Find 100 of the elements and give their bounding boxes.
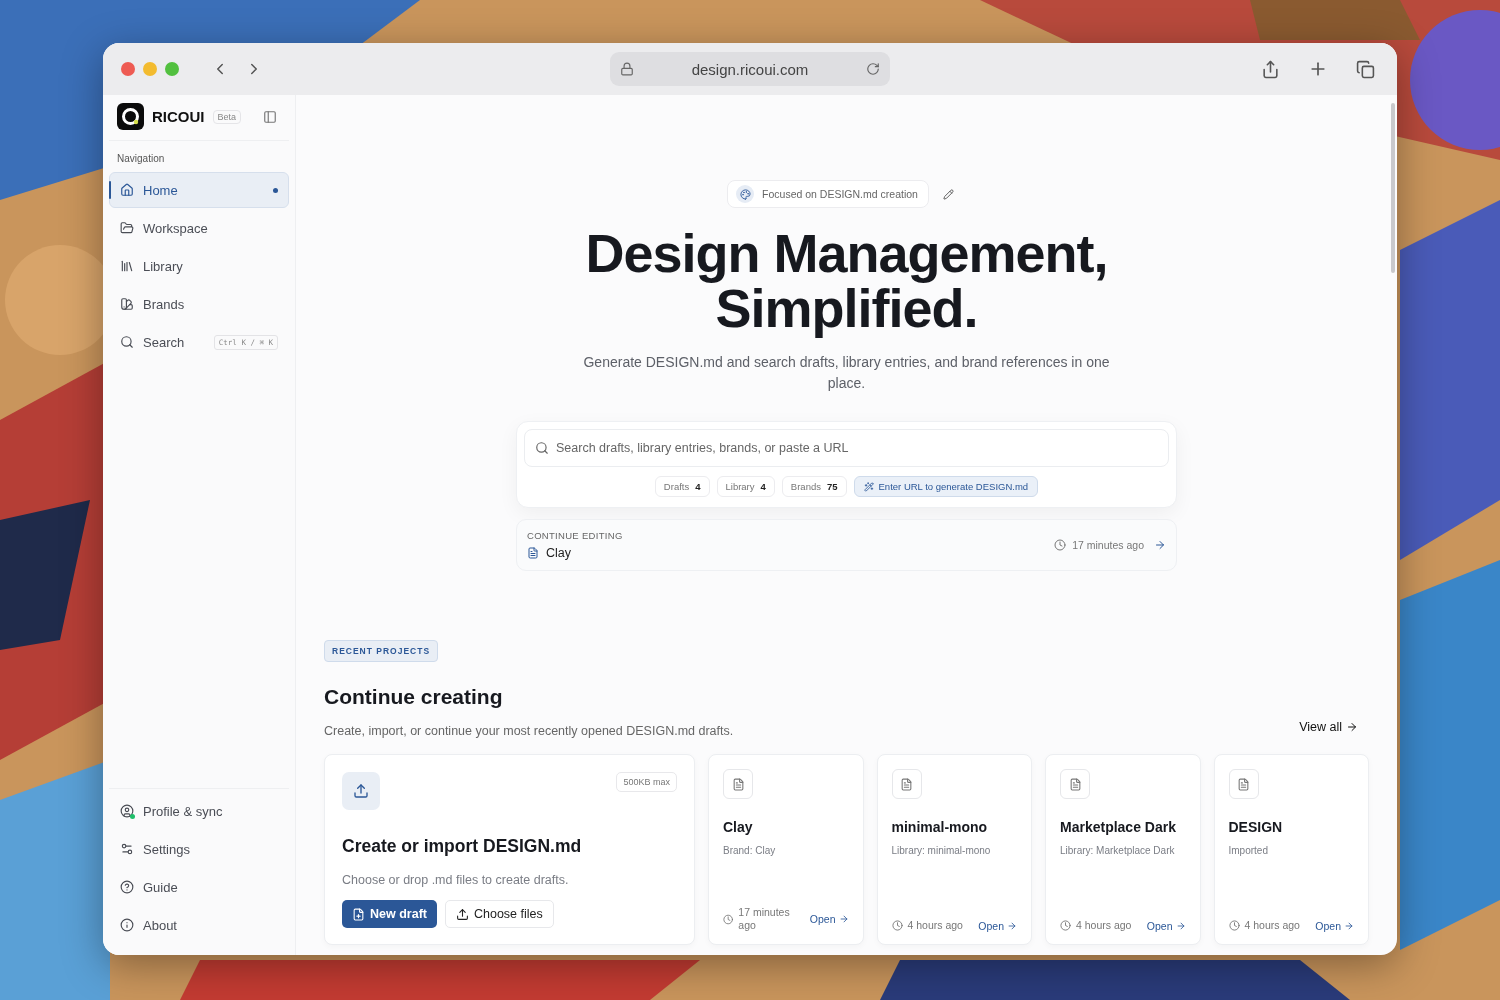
project-source: Imported: [1228, 845, 1269, 856]
settings-icon: [120, 842, 134, 856]
continue-editing-card[interactable]: CONTINUE EDITING Clay 17 minutes ago: [516, 519, 1177, 571]
clock-icon: [723, 913, 734, 925]
project-title: Marketplace Dark: [1060, 819, 1177, 835]
project-title: Clay: [723, 819, 754, 835]
new-draft-button[interactable]: New draft: [342, 900, 437, 928]
nav-item[interactable]: Home: [109, 172, 289, 208]
filter-chip[interactable]: Brands 75: [781, 476, 847, 497]
hero-subtitle: Generate DESIGN.md and search drafts, library entries, and brand references in one place.: [582, 353, 1111, 393]
project-card[interactable]: DESIGN Imported 4 hours ago Open: [1213, 754, 1369, 945]
continue-editing-label: CONTINUE EDITING: [527, 530, 623, 541]
open-link[interactable]: Open: [1146, 919, 1186, 932]
focus-badge-text: Focused on DESIGN.md creation: [762, 188, 918, 200]
arrow-right-icon: [1344, 920, 1354, 931]
nav-label: Guide: [143, 879, 178, 895]
project-card[interactable]: Marketplace Dark Library: Marketplace Dark 4 hours ago Open: [1045, 754, 1201, 945]
help-icon: [120, 880, 134, 894]
choose-files-button[interactable]: Choose files: [444, 900, 554, 928]
nav-item[interactable]: Workspace: [109, 210, 289, 246]
project-time: 4 hours ago: [907, 919, 963, 932]
new-file-icon: [352, 907, 365, 921]
file-text-icon: [1237, 777, 1250, 791]
address-bar[interactable]: design.ricoui.com: [610, 52, 890, 86]
nav-item[interactable]: Guide: [109, 869, 289, 905]
nav-item[interactable]: Settings: [109, 831, 289, 867]
nav-label: Workspace: [143, 220, 208, 236]
view-all-link[interactable]: View all: [1299, 720, 1358, 734]
lock-icon: [620, 62, 634, 76]
project-time: 17 minutes ago: [738, 906, 791, 932]
arrow-right-icon: [1154, 539, 1166, 551]
beta-badge: Beta: [212, 109, 241, 124]
generate-url-button[interactable]: Enter URL to generate DESIGN.md: [853, 476, 1039, 497]
project-card[interactable]: Clay Brand: Clay 17 minutes ago Open: [708, 754, 864, 945]
open-link[interactable]: Open: [809, 913, 849, 925]
sidebar-panel-icon: [263, 109, 277, 124]
filter-chip[interactable]: Library 4: [716, 476, 775, 497]
logo-icon: [117, 103, 144, 130]
continue-arrow-link[interactable]: [1154, 539, 1166, 551]
nav-item[interactable]: Library: [109, 248, 289, 284]
card-text: Choose or drop .md files to create drafts.: [342, 873, 570, 887]
section-heading: Continue creating: [324, 685, 504, 709]
info-icon: [120, 918, 134, 932]
filter-chip[interactable]: Drafts 4: [654, 476, 710, 497]
nav-item[interactable]: About: [109, 907, 289, 943]
project-source: Library: minimal-mono: [891, 845, 992, 856]
hero-title: Design Management, Simplified.: [585, 226, 1108, 336]
nav-label: Home: [143, 182, 178, 198]
nav-label: Brands: [143, 296, 185, 312]
card-title: Create or import DESIGN.md: [342, 836, 583, 857]
project-time: 4 hours ago: [1244, 919, 1300, 932]
zoom-window-button[interactable]: [165, 62, 179, 76]
project-source: Library: Marketplace Dark: [1060, 845, 1176, 856]
arrow-right-icon: [1175, 920, 1186, 931]
section-tag: RECENT PROJECTS: [324, 640, 439, 662]
nav-label: About: [143, 917, 177, 933]
document-title: Clay: [546, 546, 571, 560]
project-time: 4 hours ago: [1076, 919, 1132, 932]
section-description: Create, import, or continue your most recently opened DESIGN.md drafts.: [324, 724, 734, 738]
file-text-icon: [1068, 777, 1082, 791]
tabs-icon: [1356, 59, 1375, 79]
swatch-icon: [120, 297, 134, 311]
search-icon: [120, 335, 134, 349]
clock-icon: [891, 920, 903, 931]
file-text-icon: [731, 777, 745, 791]
folder-icon: [120, 221, 134, 235]
clock-icon: [1228, 920, 1240, 931]
upload-icon: [455, 907, 469, 921]
url-text: design.ricoui.com: [691, 60, 809, 78]
active-dot: [273, 187, 278, 193]
search-field[interactable]: Search drafts, library entries, brands, or paste a URL: [524, 429, 1169, 467]
nav-label: Library: [143, 258, 183, 274]
nav-label: Search: [143, 334, 185, 350]
share-icon: [1261, 59, 1280, 79]
project-card[interactable]: minimal-mono Library: minimal-mono 4 hours ago Open: [876, 754, 1032, 945]
size-limit-badge: 500KB max: [616, 772, 677, 792]
nav-label: Profile & sync: [143, 803, 223, 819]
project-title: minimal-mono: [891, 819, 989, 835]
project-source: Brand: Clay: [723, 845, 777, 856]
section-label: Navigation: [116, 152, 166, 166]
wand-icon: [863, 481, 874, 492]
reload-icon[interactable]: [866, 62, 880, 76]
search-icon: [535, 441, 549, 455]
scrollbar-thumb[interactable]: [1391, 103, 1395, 273]
edited-time: 17 minutes ago: [1072, 539, 1144, 551]
document-icon: [527, 547, 539, 559]
arrow-right-icon: [1007, 920, 1017, 931]
close-window-button[interactable]: [121, 62, 135, 76]
nav-item[interactable]: Profile & sync: [109, 793, 289, 829]
home-icon: [120, 183, 134, 197]
open-link[interactable]: Open: [1315, 919, 1354, 932]
arrow-right-icon: [838, 914, 849, 924]
nav-label: Settings: [143, 841, 190, 857]
brand-name: RICOUI: [152, 108, 205, 125]
profile-status-icon: [120, 804, 134, 818]
clock-icon: [1054, 539, 1067, 551]
nav-item[interactable]: Brands: [109, 286, 289, 322]
pencil-icon: [942, 188, 954, 200]
arrow-right-icon: [1346, 721, 1358, 733]
open-link[interactable]: Open: [978, 919, 1017, 932]
